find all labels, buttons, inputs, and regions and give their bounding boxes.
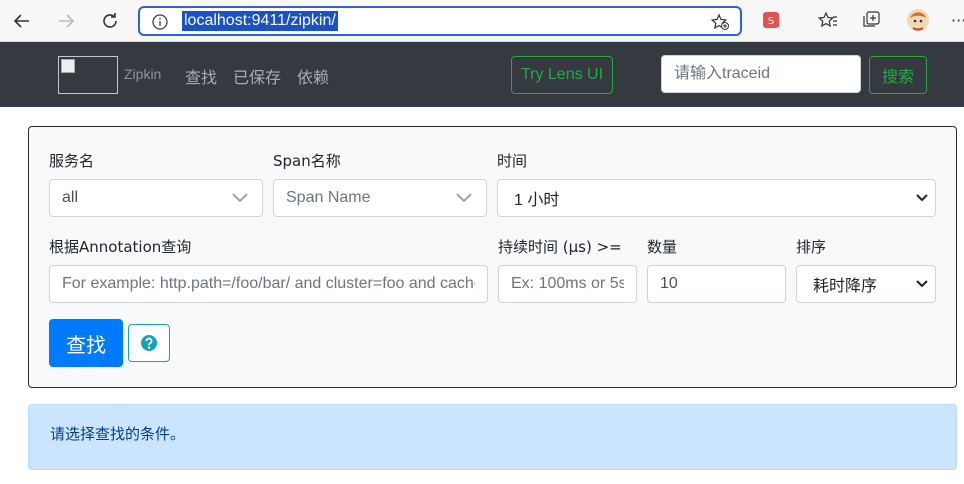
browser-toolbar: localhost:9411/zipkin/ S ···: [0, 0, 964, 42]
reload-icon: [103, 13, 117, 28]
try-lens-button[interactable]: Try Lens UI: [511, 56, 613, 94]
app-navbar: Zipkin 查找 已保存 依赖 Try Lens UI 搜索: [0, 42, 964, 107]
dropdown-arrow-icon: [916, 194, 928, 202]
search-form: 服务名 all Span名称 Span Name 时间 1 小时 根据Annot…: [28, 126, 957, 388]
collections-icon[interactable]: [862, 11, 882, 29]
duration-input[interactable]: Ex: 100ms or 5s: [498, 265, 637, 303]
forward-button[interactable]: [52, 7, 80, 35]
sort-label: 排序: [796, 238, 827, 256]
info-icon[interactable]: [151, 13, 169, 31]
brand-name[interactable]: Zipkin: [124, 66, 161, 82]
service-label: 服务名: [49, 152, 95, 170]
annotation-label: 根据Annotation查询: [49, 238, 192, 256]
limit-input[interactable]: 10: [647, 265, 786, 303]
search-button[interactable]: 搜索: [869, 56, 927, 94]
question-circle-icon: [141, 335, 157, 351]
limit-label: 数量: [647, 238, 678, 256]
duration-placeholder: Ex: 100ms or 5s: [511, 275, 624, 292]
chevron-down-icon: [232, 193, 248, 203]
time-value: 1 小时: [514, 192, 560, 209]
broken-image-icon: [61, 59, 75, 73]
service-value: all: [62, 189, 79, 206]
arrow-left-icon: [13, 14, 29, 28]
url-text[interactable]: localhost:9411/zipkin/: [182, 11, 338, 31]
sort-select[interactable]: 耗时降序: [796, 265, 936, 303]
annotation-input[interactable]: For example: http.path=/foo/bar/ and clu…: [49, 265, 488, 303]
favorites-icon[interactable]: [818, 11, 838, 29]
add-favorite-icon[interactable]: [710, 13, 730, 31]
service-select[interactable]: all: [49, 179, 263, 217]
time-select[interactable]: 1 小时: [497, 179, 936, 217]
help-button[interactable]: [128, 324, 170, 362]
span-name-placeholder: Span Name: [286, 189, 371, 206]
back-button[interactable]: [8, 7, 36, 35]
sort-value: 耗时降序: [813, 278, 878, 295]
address-bar[interactable]: localhost:9411/zipkin/: [138, 6, 742, 36]
nav-dependencies[interactable]: 依赖: [297, 64, 329, 88]
annotation-placeholder: For example: http.path=/foo/bar/ and clu…: [62, 275, 475, 292]
svg-text:S: S: [768, 16, 774, 27]
span-name-label: Span名称: [273, 152, 341, 170]
limit-value: 10: [660, 275, 678, 292]
dropdown-arrow-icon: [916, 280, 928, 288]
reload-button[interactable]: [96, 7, 124, 35]
find-button[interactable]: 查找: [49, 319, 123, 367]
arrow-right-icon: [59, 14, 75, 28]
chevron-down-icon: [456, 193, 472, 203]
nav-find[interactable]: 查找: [185, 64, 217, 88]
extension-icon[interactable]: S: [762, 11, 780, 29]
time-label: 时间: [497, 152, 528, 170]
nav-saved[interactable]: 已保存: [233, 64, 281, 88]
avatar[interactable]: [906, 8, 930, 32]
info-alert: 请选择查找的条件。: [28, 404, 957, 470]
logo[interactable]: [58, 56, 118, 94]
traceid-input[interactable]: [661, 55, 861, 93]
more-menu-icon[interactable]: ···: [951, 11, 964, 30]
duration-label: 持续时间 (μs) >=: [498, 238, 622, 256]
alert-message: 请选择查找的条件。: [50, 425, 186, 443]
span-name-select[interactable]: Span Name: [273, 179, 487, 217]
